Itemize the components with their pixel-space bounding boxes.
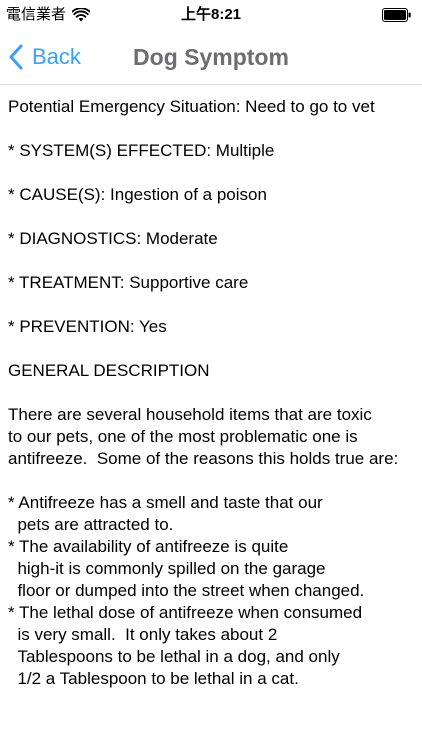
status-bar: 電信業者 上午8:21 <box>0 0 422 30</box>
navigation-bar: Dog Symptom Back <box>0 30 422 85</box>
status-time: 上午8:21 <box>180 6 242 23</box>
symptom-description: Potential Emergency Situation: Need to g… <box>8 97 399 688</box>
chevron-left-icon <box>9 44 23 70</box>
back-button-label: Back <box>32 44 81 69</box>
battery-icon <box>382 8 411 22</box>
back-button[interactable]: Back <box>8 30 81 84</box>
